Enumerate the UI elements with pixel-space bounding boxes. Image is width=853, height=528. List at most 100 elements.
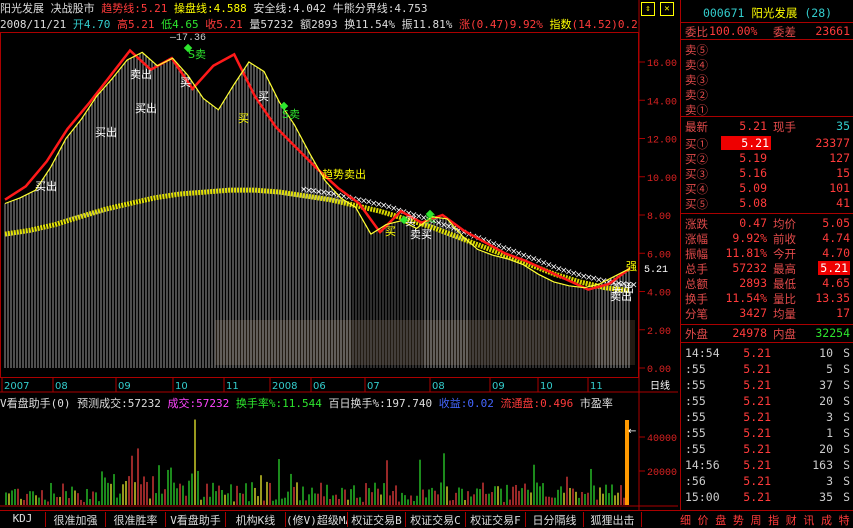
right-toolbar[interactable]: 细 价 盘 势 周 指 财 讯 成 特 解 (680, 512, 853, 527)
tab-11[interactable]: 狐狸出击 (584, 512, 642, 527)
tab-8[interactable]: 权证交易C (406, 512, 466, 527)
sep6 (681, 342, 853, 343)
volume-header: V看盘助手(0) 预测成交:57232 成交:57232 换手率%:11.544… (0, 395, 640, 410)
tick-vol: 5 (826, 362, 833, 376)
stat-row: 分笔 3427 均量 17 (681, 306, 853, 321)
stat-value: 57232 (732, 261, 767, 275)
stat-label: 前收 (773, 232, 796, 246)
tick-price: 5.21 (743, 378, 771, 392)
tick-side: S (843, 458, 850, 472)
indicator-tab-bar: KDJ很准加强很准胜率V看盘助手机构K线(修V)超级MACD权证交易B权证交易C… (0, 510, 853, 528)
signal-annotation: 买出 (95, 125, 117, 139)
buy-price: 5.08 (739, 196, 767, 210)
float-label: 流通盘: (500, 397, 541, 410)
tab-4[interactable]: V看盘助手 (166, 512, 226, 527)
stat-value: 4.65 (822, 276, 850, 290)
tick-side: S (843, 346, 850, 360)
buy-price: 5.19 (739, 151, 767, 165)
stat-label: 振幅 (685, 247, 708, 261)
tick-side: S (843, 410, 850, 424)
stat-value: 4.70 (822, 246, 850, 260)
signal-annotation: 买 (180, 76, 191, 89)
tick-price: 5.21 (743, 426, 771, 440)
wc-label: 委差 (773, 25, 796, 39)
signal-annotation: 买出 (35, 179, 57, 193)
quote-stock-name: 阳光发展 (751, 6, 798, 20)
tick-price: 5.21 (743, 410, 771, 424)
vol-indicator-title: V看盘助手 (0, 397, 51, 410)
tick-side: S (843, 474, 850, 488)
y-axis-ticks: 16.00 14.00 12.00 10.00 8.00 6.00 4.00 2.00 0.00 (639, 59, 677, 376)
x-tick-label: 11 (590, 381, 603, 392)
tick-vol: 20 (819, 442, 833, 456)
tick-row: :55 5.21 5 S (681, 362, 853, 377)
tick-row: :55 5.21 1 S (681, 426, 853, 441)
outer-value: 24978 (732, 326, 767, 340)
wc-value: 23661 (815, 24, 850, 38)
tick-side: S (843, 394, 850, 408)
buy-label: 买② (685, 152, 708, 166)
pred-value: 57232 (127, 397, 161, 410)
stat-label: 量比 (773, 292, 796, 306)
stat-value: 11.54% (725, 291, 767, 305)
tab-5[interactable]: 机构K线 (226, 512, 286, 527)
x-tick-label: 09 (492, 381, 505, 392)
stat-row: 总手 57232 最高 5.21 (681, 261, 853, 276)
sep5 (681, 324, 853, 325)
latest-value: 5.21 (739, 119, 767, 133)
tick-time: :55 (685, 378, 706, 392)
tick-row: :55 5.21 20 S (681, 394, 853, 409)
tab-2[interactable]: 很准加强 (46, 512, 106, 527)
turn-label2: 换手率%: (235, 397, 283, 410)
sell-label: 卖⑤ (685, 43, 708, 57)
stat-value: 11.81% (725, 246, 767, 260)
signal-annotation: 买 (258, 90, 269, 103)
vol-tick-label: 20000 (647, 468, 677, 479)
sep3 (681, 116, 853, 117)
outer-inner-row: 外盘 24978 内盘 32254 (681, 326, 853, 341)
y-tick-label: 14.00 (647, 97, 677, 108)
kline-chart-area[interactable]: 阳光发展 决战股市 趋势线:5.21 操盘线:4.588 安全线:4.042 牛… (0, 0, 678, 510)
sell-row: 卖② (681, 87, 853, 102)
signal-annotation: 买 (385, 225, 396, 238)
stat-value: 9.92% (732, 231, 767, 245)
tab-10[interactable]: 日分隔线 (526, 512, 584, 527)
tick-time: :55 (685, 410, 706, 424)
signal-annotation: 买出 (135, 101, 157, 115)
stat-value: 3427 (739, 306, 767, 320)
stat-label: 今开 (773, 247, 796, 261)
buy-label: 买④ (685, 182, 708, 196)
tab-3[interactable]: 很准胜率 (106, 512, 166, 527)
tab-1[interactable]: KDJ (0, 512, 46, 527)
tab-6[interactable]: (修V)超级MACD (286, 512, 348, 527)
tick-vol: 3 (826, 474, 833, 488)
x-tick-label: 08 (55, 381, 68, 392)
signal-annotation: 卖买 (410, 228, 432, 241)
buy-price: 5.21 (721, 136, 771, 150)
tab-9[interactable]: 权证交易F (466, 512, 526, 527)
stat-value: 5.21 (818, 261, 850, 275)
tick-vol: 3 (826, 410, 833, 424)
inner-value: 32254 (815, 326, 850, 340)
sep4 (681, 213, 853, 214)
tick-price: 5.21 (743, 394, 771, 408)
buy-row: 买⑤ 5.08 41 (681, 196, 853, 211)
tick-side: S (843, 426, 850, 440)
buy-label: 买⑤ (685, 197, 708, 211)
tick-row: 15:00 5.21 35 S (681, 490, 853, 505)
peak-label: —17.36 (169, 33, 206, 44)
vol-tick-label: 40000 (647, 434, 677, 445)
sell-label: 卖④ (685, 58, 708, 72)
vol-param: (0) (50, 397, 71, 410)
webi-row: 委比 100.00% 委差 23661 (681, 24, 853, 39)
hundred-value: 197.740 (385, 397, 433, 410)
latest-row: 最新 5.21 现手 35 (681, 119, 853, 134)
pred-label: 预测成交: (77, 397, 128, 410)
gain-value: 0.02 (467, 397, 494, 410)
buy-label: 买① (685, 137, 708, 151)
buy-price: 5.09 (739, 181, 767, 195)
buy-vol: 23377 (815, 136, 850, 150)
sep2 (681, 39, 853, 40)
tab-7[interactable]: 权证交易B (348, 512, 406, 527)
price-tag: 5.21 (644, 265, 668, 276)
